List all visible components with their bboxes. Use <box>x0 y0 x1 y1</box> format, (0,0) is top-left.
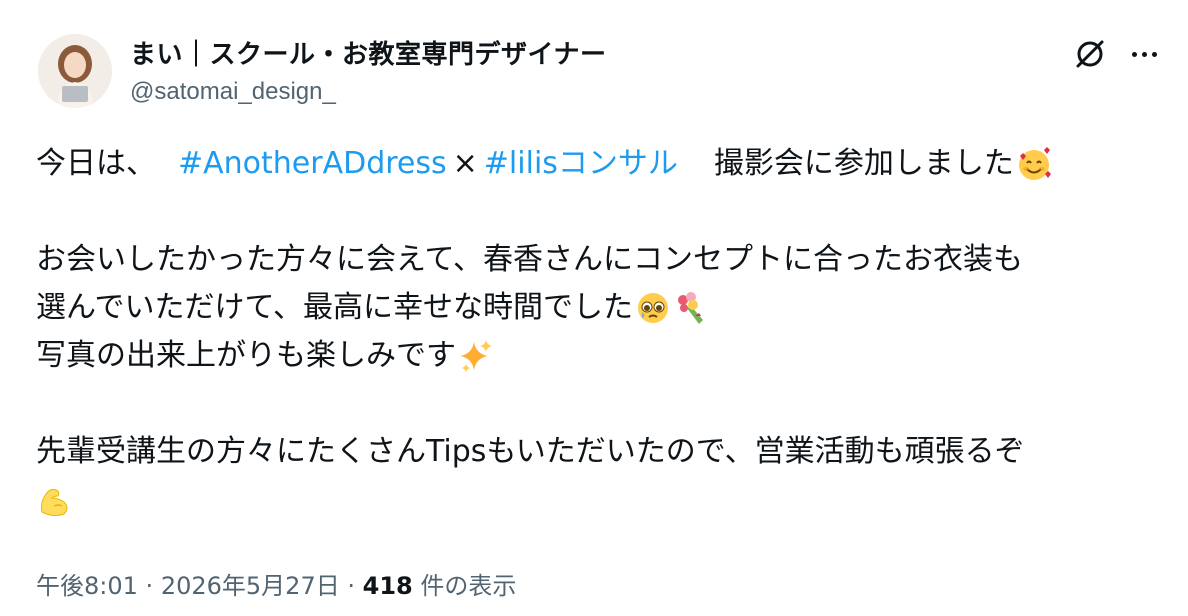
tweet-text-segment: 今日は、 <box>36 146 156 181</box>
tweet-text-segment: 先輩受講生の方々にたくさんTipsもいただいたので、営業活動も頑張るぞ <box>36 434 1025 469</box>
tweet-line: 今日は、 #AnotherADdress × #lilisコンサル 撮影会に参加… <box>36 140 1166 188</box>
tweet-time[interactable]: 午後8:01 <box>36 572 138 600</box>
tweet-line: 選んでいただけて、最高に幸せな時間でした <box>36 284 1166 332</box>
times-sign: × <box>452 146 478 181</box>
more-icon[interactable] <box>1124 34 1164 74</box>
separator: · <box>145 572 154 600</box>
grok-icon[interactable] <box>1070 34 1110 74</box>
smiling-face-with-hearts-icon <box>1016 146 1052 182</box>
hashtag-lilis[interactable]: #lilisコンサル <box>484 140 678 188</box>
views-label: 件の表示 <box>420 572 517 600</box>
hashtag-anotheraddress[interactable]: #AnotherADdress <box>178 140 447 188</box>
bouquet-icon <box>673 290 709 326</box>
sparkles-icon <box>458 338 494 374</box>
tweet-line: 写真の出来上がりも楽しみです <box>36 332 1166 380</box>
views-count[interactable]: 418 <box>363 572 413 600</box>
tweet-line: お会いしたかった方々に会えて、春香さんにコンセプトに合ったお衣装も <box>36 236 1166 284</box>
author-display-name[interactable]: まい｜スクール・お教室専門デザイナー <box>130 34 606 71</box>
tweet-meta: 午後8:01 · 2026年5月27日 · 418 件の表示 <box>36 566 516 601</box>
tweet-text-segment: 撮影会に参加しました <box>713 146 1014 181</box>
tweet-line: 先輩受講生の方々にたくさんTipsもいただいたので、営業活動も頑張るぞ <box>36 428 1166 476</box>
tweet-text-segment: 写真の出来上がりも楽しみです <box>36 338 456 373</box>
tweet-date[interactable]: 2026年5月27日 <box>161 572 340 600</box>
flexed-biceps-icon <box>36 482 72 518</box>
separator: · <box>347 572 355 600</box>
pleading-face-icon <box>635 290 671 326</box>
avatar[interactable] <box>38 34 112 108</box>
author-handle[interactable]: @satomai_design_ <box>130 78 336 106</box>
tweet-text: 今日は、 #AnotherADdress × #lilisコンサル 撮影会に参加… <box>36 140 1166 524</box>
tweet-text-segment: お会いしたかった方々に会えて、春香さんにコンセプトに合ったお衣装も <box>36 242 1023 277</box>
tweet-text-segment: 選んでいただけて、最高に幸せな時間でした <box>36 290 633 325</box>
tweet-line <box>36 476 1166 524</box>
